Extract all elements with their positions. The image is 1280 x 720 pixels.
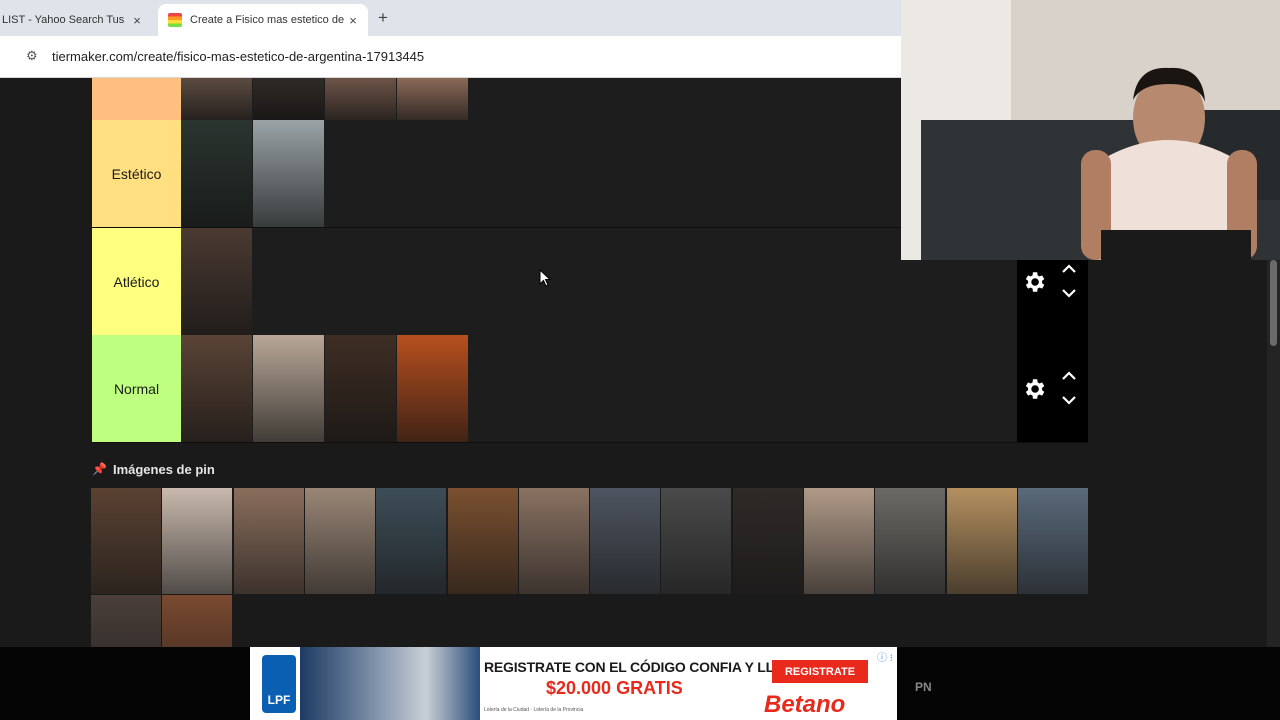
tier-item-image[interactable] [325, 335, 396, 442]
browser-tab-bar: LIST - Yahoo Search Tus re × Create a Fi… [0, 0, 901, 36]
tier-label[interactable]: Atlético [92, 228, 181, 335]
ad-amount: $20.000 GRATIS [546, 678, 683, 698]
tab-title: Create a Fisico mas estetico de [190, 14, 344, 26]
tier-row: Normal [92, 335, 1088, 443]
tier-label[interactable] [92, 78, 181, 120]
tier-controls [1017, 335, 1088, 442]
tier-items [181, 78, 469, 120]
ad-headline: REGISTRATE CON EL CÓDIGO CONFIA Y LLEVAT… [484, 659, 818, 675]
ad-info-icon[interactable]: ⓘ ⁝ [877, 649, 893, 664]
gear-icon[interactable] [1021, 376, 1047, 402]
webcam-overlay [901, 0, 1280, 260]
tab-tiermaker[interactable]: Create a Fisico mas estetico de × [158, 4, 368, 36]
pin-image[interactable] [518, 488, 589, 594]
new-tab-button[interactable]: + [378, 8, 388, 28]
pin-images-title: Imágenes de pin [112, 461, 215, 477]
pin-image[interactable] [804, 488, 874, 594]
pin-image[interactable] [91, 488, 161, 594]
pin-image[interactable] [304, 488, 375, 594]
tab-yahoo-search[interactable]: LIST - Yahoo Search Tus re × [0, 4, 152, 36]
tier-label[interactable]: Estético [92, 120, 181, 227]
tier-item-image[interactable] [253, 120, 324, 227]
mouse-cursor-icon [539, 269, 551, 287]
scrollbar-thumb[interactable] [1270, 260, 1277, 346]
tiermaker-favicon-icon [168, 13, 182, 27]
pin-image[interactable] [590, 488, 661, 594]
pin-image[interactable] [376, 488, 447, 594]
tab-title: LIST - Yahoo Search Tus re [2, 14, 128, 26]
tier-item-image[interactable] [181, 78, 252, 120]
ad-legal-text: Lotería de la Ciudad · Lotería de la Pro… [484, 707, 584, 713]
move-up-icon[interactable] [1061, 262, 1077, 274]
gear-icon[interactable] [1021, 269, 1047, 295]
pn-label: PN [915, 680, 932, 694]
url-text[interactable]: tiermaker.com/create/fisico-mas-estetico… [52, 49, 424, 64]
betano-ad-banner[interactable]: LPF REGISTRATE CON EL CÓDIGO CONFIA Y LL… [250, 647, 897, 720]
ad-register-button[interactable]: REGISTRATE [772, 660, 868, 683]
tier-items [181, 120, 325, 227]
pin-image[interactable] [1017, 488, 1088, 594]
tier-item-image[interactable] [253, 78, 324, 120]
pin-image[interactable] [233, 488, 304, 594]
site-info-icon[interactable]: ⚙ [26, 48, 38, 64]
pin-image[interactable] [447, 488, 518, 594]
pin-image[interactable] [875, 488, 946, 594]
tier-item-image[interactable] [181, 335, 252, 442]
pin-image[interactable] [946, 488, 1017, 594]
move-up-icon[interactable] [1061, 369, 1077, 381]
address-bar[interactable]: ⚙ tiermaker.com/create/fisico-mas-esteti… [0, 36, 901, 78]
tier-item-image[interactable] [253, 335, 324, 442]
tier-item-image[interactable] [325, 78, 396, 120]
move-down-icon[interactable] [1061, 395, 1077, 407]
pin-image[interactable] [732, 488, 803, 594]
pin-image[interactable] [661, 488, 732, 594]
tab-close-icon[interactable]: × [344, 13, 362, 28]
move-down-icon[interactable] [1061, 288, 1077, 300]
webcam-image [901, 0, 1280, 260]
tier-item-image[interactable] [397, 78, 468, 120]
betano-logo: Betano [764, 691, 846, 718]
pin-icon: 📌 [92, 462, 107, 476]
pin-images-header: 📌 Imágenes de pin [92, 459, 215, 479]
tier-item-image[interactable] [181, 228, 252, 335]
tier-items [181, 335, 469, 442]
tier-item-image[interactable] [181, 120, 252, 227]
tab-close-icon[interactable]: × [128, 13, 146, 28]
ad-players-image [300, 647, 480, 720]
tier-items [181, 228, 253, 335]
pin-image[interactable] [162, 488, 233, 594]
tier-label[interactable]: Normal [92, 335, 181, 442]
tier-item-image[interactable] [397, 335, 468, 442]
lpf-logo: LPF [262, 655, 296, 713]
